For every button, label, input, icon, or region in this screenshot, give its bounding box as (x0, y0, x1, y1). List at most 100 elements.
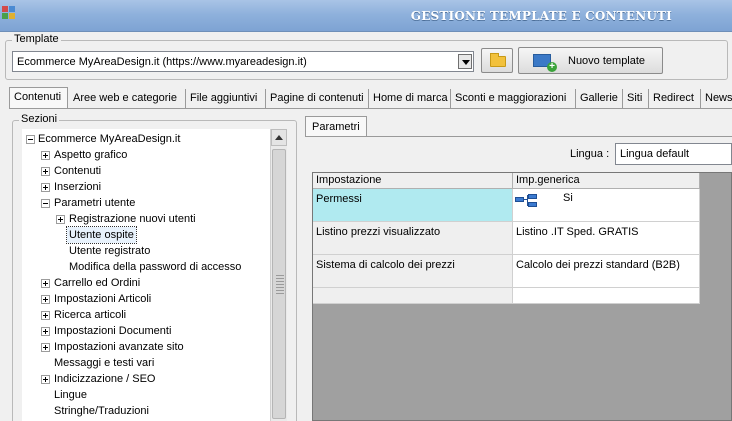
tree-item-label: Impostazioni avanzate sito (54, 341, 184, 353)
tree-scrollbar[interactable] (270, 129, 287, 421)
tree-item-label: Carrello ed Ordini (54, 277, 141, 289)
tab-contenuti[interactable]: Contenuti (9, 87, 68, 109)
column-header-imp-generica[interactable]: Imp.generica (513, 173, 700, 189)
tree-item[interactable]: Impostazioni avanzate sito (22, 339, 270, 355)
tree-item-label: Contenuti (54, 165, 102, 177)
expand-plus-icon[interactable] (41, 183, 50, 192)
parametri-tab-divider (305, 136, 732, 137)
tree-item-label: Messaggi e testi vari (54, 357, 155, 369)
template-select[interactable]: Ecommerce MyAreaDesign.it (https://www.m… (12, 51, 474, 72)
expand-plus-icon[interactable] (41, 327, 50, 336)
tree-item[interactable]: Inserzioni (22, 179, 270, 195)
tree-item[interactable]: Lingue (22, 387, 270, 403)
tree-item-label: Ricerca articoli (54, 309, 127, 321)
chevron-down-icon[interactable] (458, 54, 472, 69)
tree-item-label: Impostazioni Articoli (54, 293, 152, 305)
lingua-select[interactable]: Lingua default (615, 143, 732, 165)
tab-parametri[interactable]: Parametri (305, 116, 367, 137)
expand-plus-icon[interactable] (41, 295, 50, 304)
tab-label: News (705, 92, 732, 104)
expand-plus-icon[interactable] (41, 167, 50, 176)
tree-item-label: Utente registrato (69, 245, 151, 257)
tab-aree-web[interactable]: Aree web e categorie (69, 89, 186, 108)
tree-item-label: Utente ospite (66, 226, 137, 244)
sezioni-tree[interactable]: Ecommerce MyAreaDesign.it Aspetto grafico… (22, 129, 270, 421)
expand-plus-icon[interactable] (41, 343, 50, 352)
sezioni-group-label: Sezioni (19, 113, 60, 125)
tree-item[interactable]: Indicizzazione / SEO (22, 371, 270, 387)
table-row-setting[interactable] (313, 288, 513, 304)
scroll-thumb[interactable] (272, 149, 286, 419)
tab-label: Siti (627, 92, 643, 104)
lingua-label: Lingua : (570, 148, 610, 160)
tree-item[interactable]: Stringhe/Traduzioni (22, 403, 270, 419)
tab-news[interactable]: News (701, 89, 732, 108)
tree-item[interactable]: Utente ospite (22, 226, 270, 244)
column-header-impostazione[interactable]: Impostazione (313, 173, 513, 189)
template-select-value: Ecommerce MyAreaDesign.it (https://www.m… (17, 56, 307, 68)
expand-plus-icon[interactable] (41, 311, 50, 320)
main-tabs: Contenuti Aree web e categorie File aggi… (9, 87, 732, 109)
table-row-value[interactable] (513, 288, 700, 304)
tree-item-label: Modifica della password di accesso (69, 261, 242, 273)
tab-label: Gallerie (580, 92, 618, 104)
lingua-select-value: Lingua default (620, 148, 690, 160)
tree-item-label: Impostazioni Documenti (54, 325, 172, 337)
tab-redirect[interactable]: Redirect (649, 89, 701, 108)
tab-label: Pagine di contenuti (270, 92, 364, 104)
tree-item[interactable]: Messaggi e testi vari (22, 355, 270, 371)
grip-icon (276, 275, 284, 295)
tab-label: File aggiuntivi (190, 92, 258, 104)
scroll-up-icon[interactable] (271, 129, 287, 146)
table-row-setting[interactable]: Sistema di calcolo dei prezzi (313, 255, 513, 288)
tree-item-label: Aspetto grafico (54, 149, 128, 161)
grid-app-icon[interactable] (2, 6, 16, 20)
collapse-minus-icon[interactable] (26, 135, 35, 144)
tab-label: Contenuti (14, 91, 62, 103)
expand-plus-icon[interactable] (41, 151, 50, 160)
tab-sconti[interactable]: Sconti e maggiorazioni (451, 89, 576, 108)
tree-item[interactable]: Parametri utente (22, 195, 270, 211)
table-row-setting[interactable]: Listino prezzi visualizzato (313, 222, 513, 255)
tree-item-label: Ecommerce MyAreaDesign.it (38, 133, 181, 145)
tree-item[interactable]: Carrello ed Ordini (22, 275, 270, 291)
tab-siti[interactable]: Siti (623, 89, 649, 108)
tab-label: Parametri (312, 121, 360, 133)
tree-item[interactable]: Modifica della password di accesso (22, 259, 270, 275)
tree-item[interactable]: Contenuti (22, 163, 270, 179)
window-title: GESTIONE TEMPLATE E CONTENUTI (410, 9, 672, 23)
tree-item[interactable]: Ecommerce MyAreaDesign.it (22, 131, 270, 147)
tab-file-aggiuntivi[interactable]: File aggiuntivi (186, 89, 266, 108)
tab-divider (9, 108, 732, 109)
tree-item-label: Registrazione nuovi utenti (69, 213, 196, 225)
tree-item[interactable]: Impostazioni Articoli (22, 291, 270, 307)
new-template-button[interactable]: Nuovo template (518, 47, 663, 74)
permessi-value: Si (563, 192, 573, 204)
tab-home-marca[interactable]: Home di marca (369, 89, 451, 108)
tree-item[interactable]: Aspetto grafico (22, 147, 270, 163)
tree-item-label: Stringhe/Traduzioni (54, 405, 149, 417)
tab-label: Sconti e maggiorazioni (455, 92, 567, 104)
tab-gallerie[interactable]: Gallerie (576, 89, 623, 108)
table-row-value[interactable]: Si (513, 189, 700, 222)
table-row-value[interactable]: Listino .IT Sped. GRATIS (513, 222, 700, 255)
expand-plus-icon[interactable] (41, 375, 50, 384)
tree-item[interactable]: Impostazioni Documenti (22, 323, 270, 339)
expand-plus-icon[interactable] (41, 279, 50, 288)
tab-pagine-contenuti[interactable]: Pagine di contenuti (266, 89, 369, 108)
table-row-value[interactable]: Calcolo dei prezzi standard (B2B) (513, 255, 700, 288)
new-template-icon (533, 54, 557, 72)
tree-item[interactable]: Ricerca articoli (22, 307, 270, 323)
tree-item-label: Inserzioni (54, 181, 102, 193)
expand-plus-icon[interactable] (56, 215, 65, 224)
tab-label: Home di marca (373, 92, 448, 104)
table-row-setting[interactable]: Permessi (313, 189, 513, 222)
template-group-label: Template (12, 33, 61, 45)
title-bar: GESTIONE TEMPLATE E CONTENUTI (0, 0, 732, 32)
permissions-hierarchy-icon (515, 194, 539, 210)
tree-item-label: Lingue (54, 389, 88, 401)
collapse-minus-icon[interactable] (41, 199, 50, 208)
tree-item[interactable]: Utente registrato (22, 243, 270, 259)
open-folder-button[interactable] (481, 48, 513, 73)
tree-item[interactable]: Registrazione nuovi utenti (22, 211, 270, 227)
